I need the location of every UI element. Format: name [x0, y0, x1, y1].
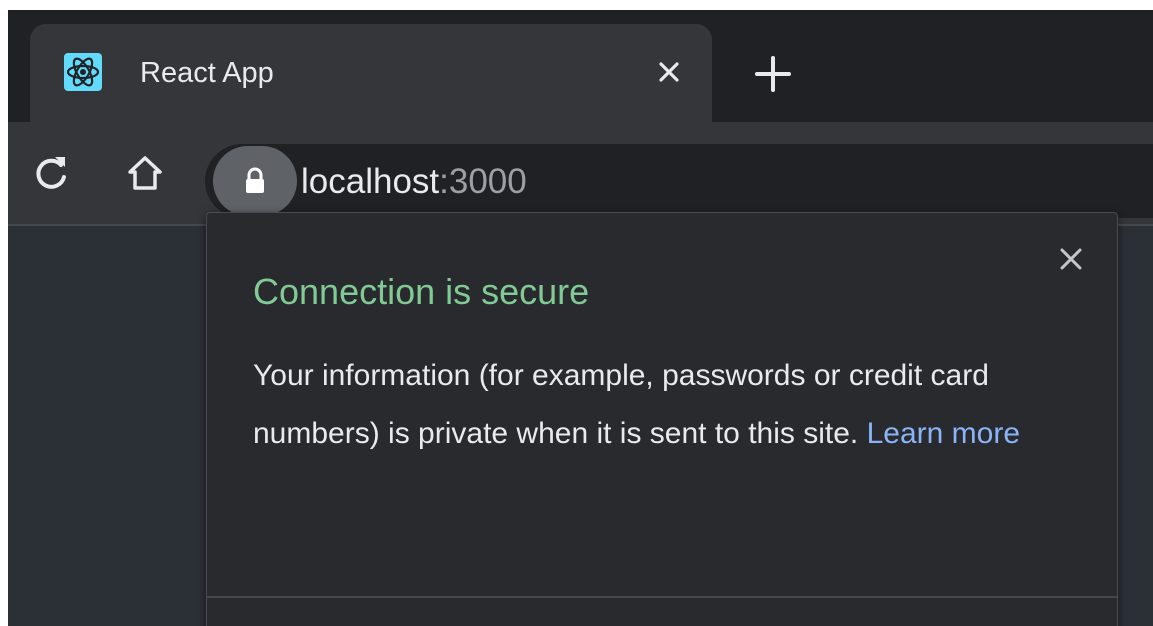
- close-icon[interactable]: [650, 53, 688, 91]
- url-host: localhost: [301, 162, 440, 201]
- url-text: localhost:3000: [301, 162, 527, 202]
- popup-divider: [207, 596, 1117, 598]
- reload-icon: [36, 157, 66, 189]
- plus-icon: [755, 56, 791, 92]
- address-bar[interactable]: localhost:3000: [205, 144, 1153, 218]
- url-port: :3000: [439, 162, 527, 201]
- browser-window: React App localhost:3000 Connection is s…: [8, 10, 1153, 626]
- popup-heading: Connection is secure: [253, 271, 590, 312]
- reload-button[interactable]: [30, 152, 72, 194]
- security-popup: Connection is secure Your information (f…: [206, 212, 1118, 626]
- tab-title: React App: [140, 57, 274, 89]
- home-button[interactable]: [124, 152, 166, 194]
- close-icon[interactable]: [1055, 243, 1087, 275]
- site-info-button[interactable]: [213, 146, 297, 216]
- new-tab-button[interactable]: [751, 52, 795, 96]
- lock-icon: [246, 167, 264, 193]
- browser-tab[interactable]: React App: [30, 24, 712, 124]
- home-icon: [128, 156, 162, 190]
- react-logo-icon: [64, 53, 102, 91]
- learn-more-link[interactable]: Learn more: [867, 417, 1020, 450]
- tab-strip: React App: [8, 10, 1153, 124]
- popup-body: Your information (for example, passwords…: [253, 347, 1083, 463]
- toolbar: localhost:3000: [8, 122, 1153, 224]
